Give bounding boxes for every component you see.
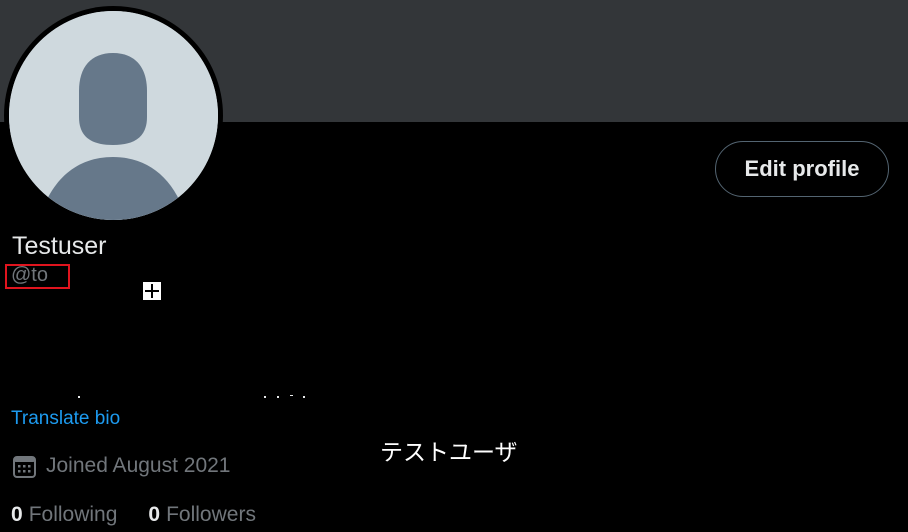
default-avatar-icon (9, 11, 218, 220)
avatar-container[interactable] (4, 6, 223, 225)
joined-date-text: Joined August 2021 (46, 454, 231, 477)
user-handle: @to (11, 264, 48, 286)
overlay-label: テストユーザ (380, 440, 518, 466)
crosshair-cursor-icon (143, 282, 161, 300)
follow-stats: 0 Following 0 Followers (11, 500, 256, 530)
translate-bio-link[interactable]: Translate bio (11, 407, 120, 431)
followers-link[interactable]: 0 Followers (148, 500, 256, 530)
joined-date: Joined August 2021 (12, 452, 231, 480)
bio-text-fragment (78, 395, 305, 398)
followers-count: 0 (148, 503, 161, 526)
following-link[interactable]: 0 Following (11, 500, 117, 530)
calendar-icon (13, 455, 36, 478)
following-count: 0 (11, 503, 23, 526)
display-name: Testuser (12, 232, 107, 260)
followers-label: Followers (166, 503, 256, 526)
edit-profile-button[interactable]: Edit profile (715, 141, 889, 197)
profile-page: Edit profile Testuser @to Translate bio … (0, 0, 908, 532)
following-label: Following (28, 503, 118, 526)
